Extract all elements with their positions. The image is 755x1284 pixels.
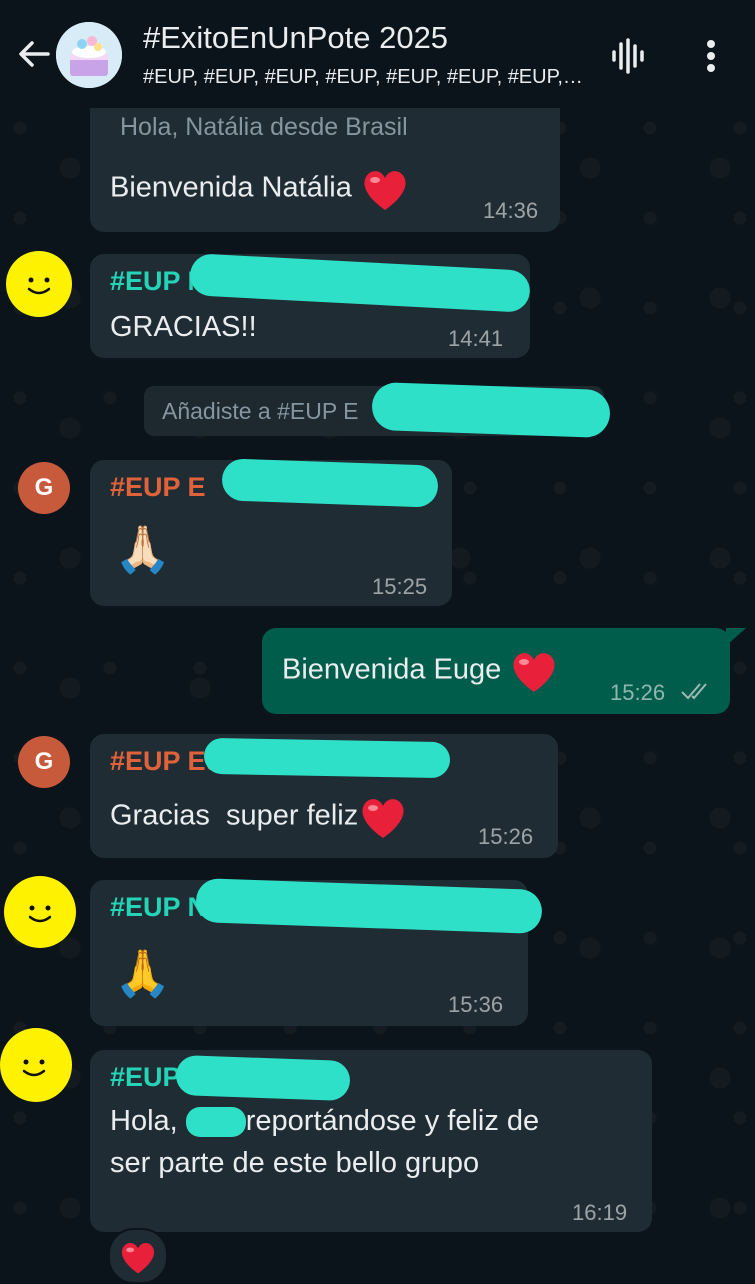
message-text-content: reportándose y feliz de [245, 1105, 540, 1137]
message-text: Bienvenida Euge [282, 648, 559, 694]
message-time: 16:19 [572, 1200, 628, 1225]
chat-title[interactable]: #ExitoEnUnPote 2025 [143, 20, 448, 56]
heart-emoji-icon [121, 1243, 155, 1274]
chat-header: #ExitoEnUnPote 2025 #EUP, #EUP, #EUP, #E… [0, 0, 755, 108]
read-receipt-icon [681, 683, 707, 700]
avatar[interactable] [0, 1028, 72, 1102]
message-text-line: Hola, reportándose y feliz de [110, 1100, 539, 1142]
message-text-content: Gracias super feliz [110, 799, 359, 832]
message-text-content: Bienvenida Euge [282, 653, 502, 686]
heart-emoji-icon [364, 171, 406, 210]
system-message-text: Añadiste a #EUP E [162, 398, 359, 424]
message-emoji: 🙏 [114, 947, 172, 999]
sender-name[interactable]: #EUP N [110, 892, 207, 923]
message-time: 15:26 [610, 680, 666, 705]
redaction-mark [175, 1054, 351, 1102]
chat-members-subtitle[interactable]: #EUP, #EUP, #EUP, #EUP, #EUP, #EUP, #EUP… [143, 66, 583, 89]
smiley-face-icon [27, 277, 51, 295]
avatar[interactable] [4, 876, 76, 948]
smiley-face-icon [22, 1059, 46, 1077]
redacted-name [185, 1107, 246, 1138]
more-options-icon[interactable] [700, 36, 722, 76]
voice-chat-icon[interactable] [608, 36, 648, 76]
message-time: 14:36 [483, 198, 539, 223]
message-bubble[interactable]: Bienvenida Euge 15:26 [262, 628, 730, 714]
message-time: 14:41 [448, 326, 504, 351]
message-text-line: ser parte de este bello grupo [110, 1147, 480, 1179]
heart-emoji-icon [513, 653, 555, 692]
redaction-mark [221, 458, 439, 508]
group-avatar[interactable] [56, 22, 122, 88]
quoted-message-text: Hola, Natália desde Brasil [120, 113, 408, 141]
back-arrow-icon[interactable] [14, 34, 54, 74]
message-text: GRACIAS!! [110, 311, 257, 343]
redaction-mark [203, 737, 451, 779]
cake-icon [56, 22, 122, 88]
message-time: 15:36 [448, 992, 504, 1017]
message-time: 15:25 [372, 574, 428, 599]
message-text: Bienvenida Natália [110, 166, 410, 212]
avatar[interactable]: G [18, 736, 70, 788]
avatar[interactable]: G [18, 462, 70, 514]
sender-name[interactable]: #EUP E [110, 472, 206, 503]
message-time: 15:26 [478, 824, 534, 849]
message-text-content: Hola, [110, 1105, 186, 1137]
message-emoji: 🙏🏻 [114, 523, 172, 575]
redaction-mark [371, 381, 611, 439]
message-reaction[interactable] [108, 1228, 168, 1284]
message-text: Gracias super feliz [110, 794, 408, 840]
message-text-content: Bienvenida Natália [110, 171, 352, 204]
smiley-face-icon [28, 905, 52, 923]
avatar[interactable] [6, 251, 72, 317]
message-bubble[interactable]: Hola, Natália desde Brasil Bienvenida Na… [90, 96, 560, 232]
message-bubble[interactable]: #EUP Y Hola, reportándose y feliz de ser… [90, 1050, 652, 1232]
bubble-tail [726, 628, 746, 646]
heart-emoji-icon [362, 799, 404, 838]
